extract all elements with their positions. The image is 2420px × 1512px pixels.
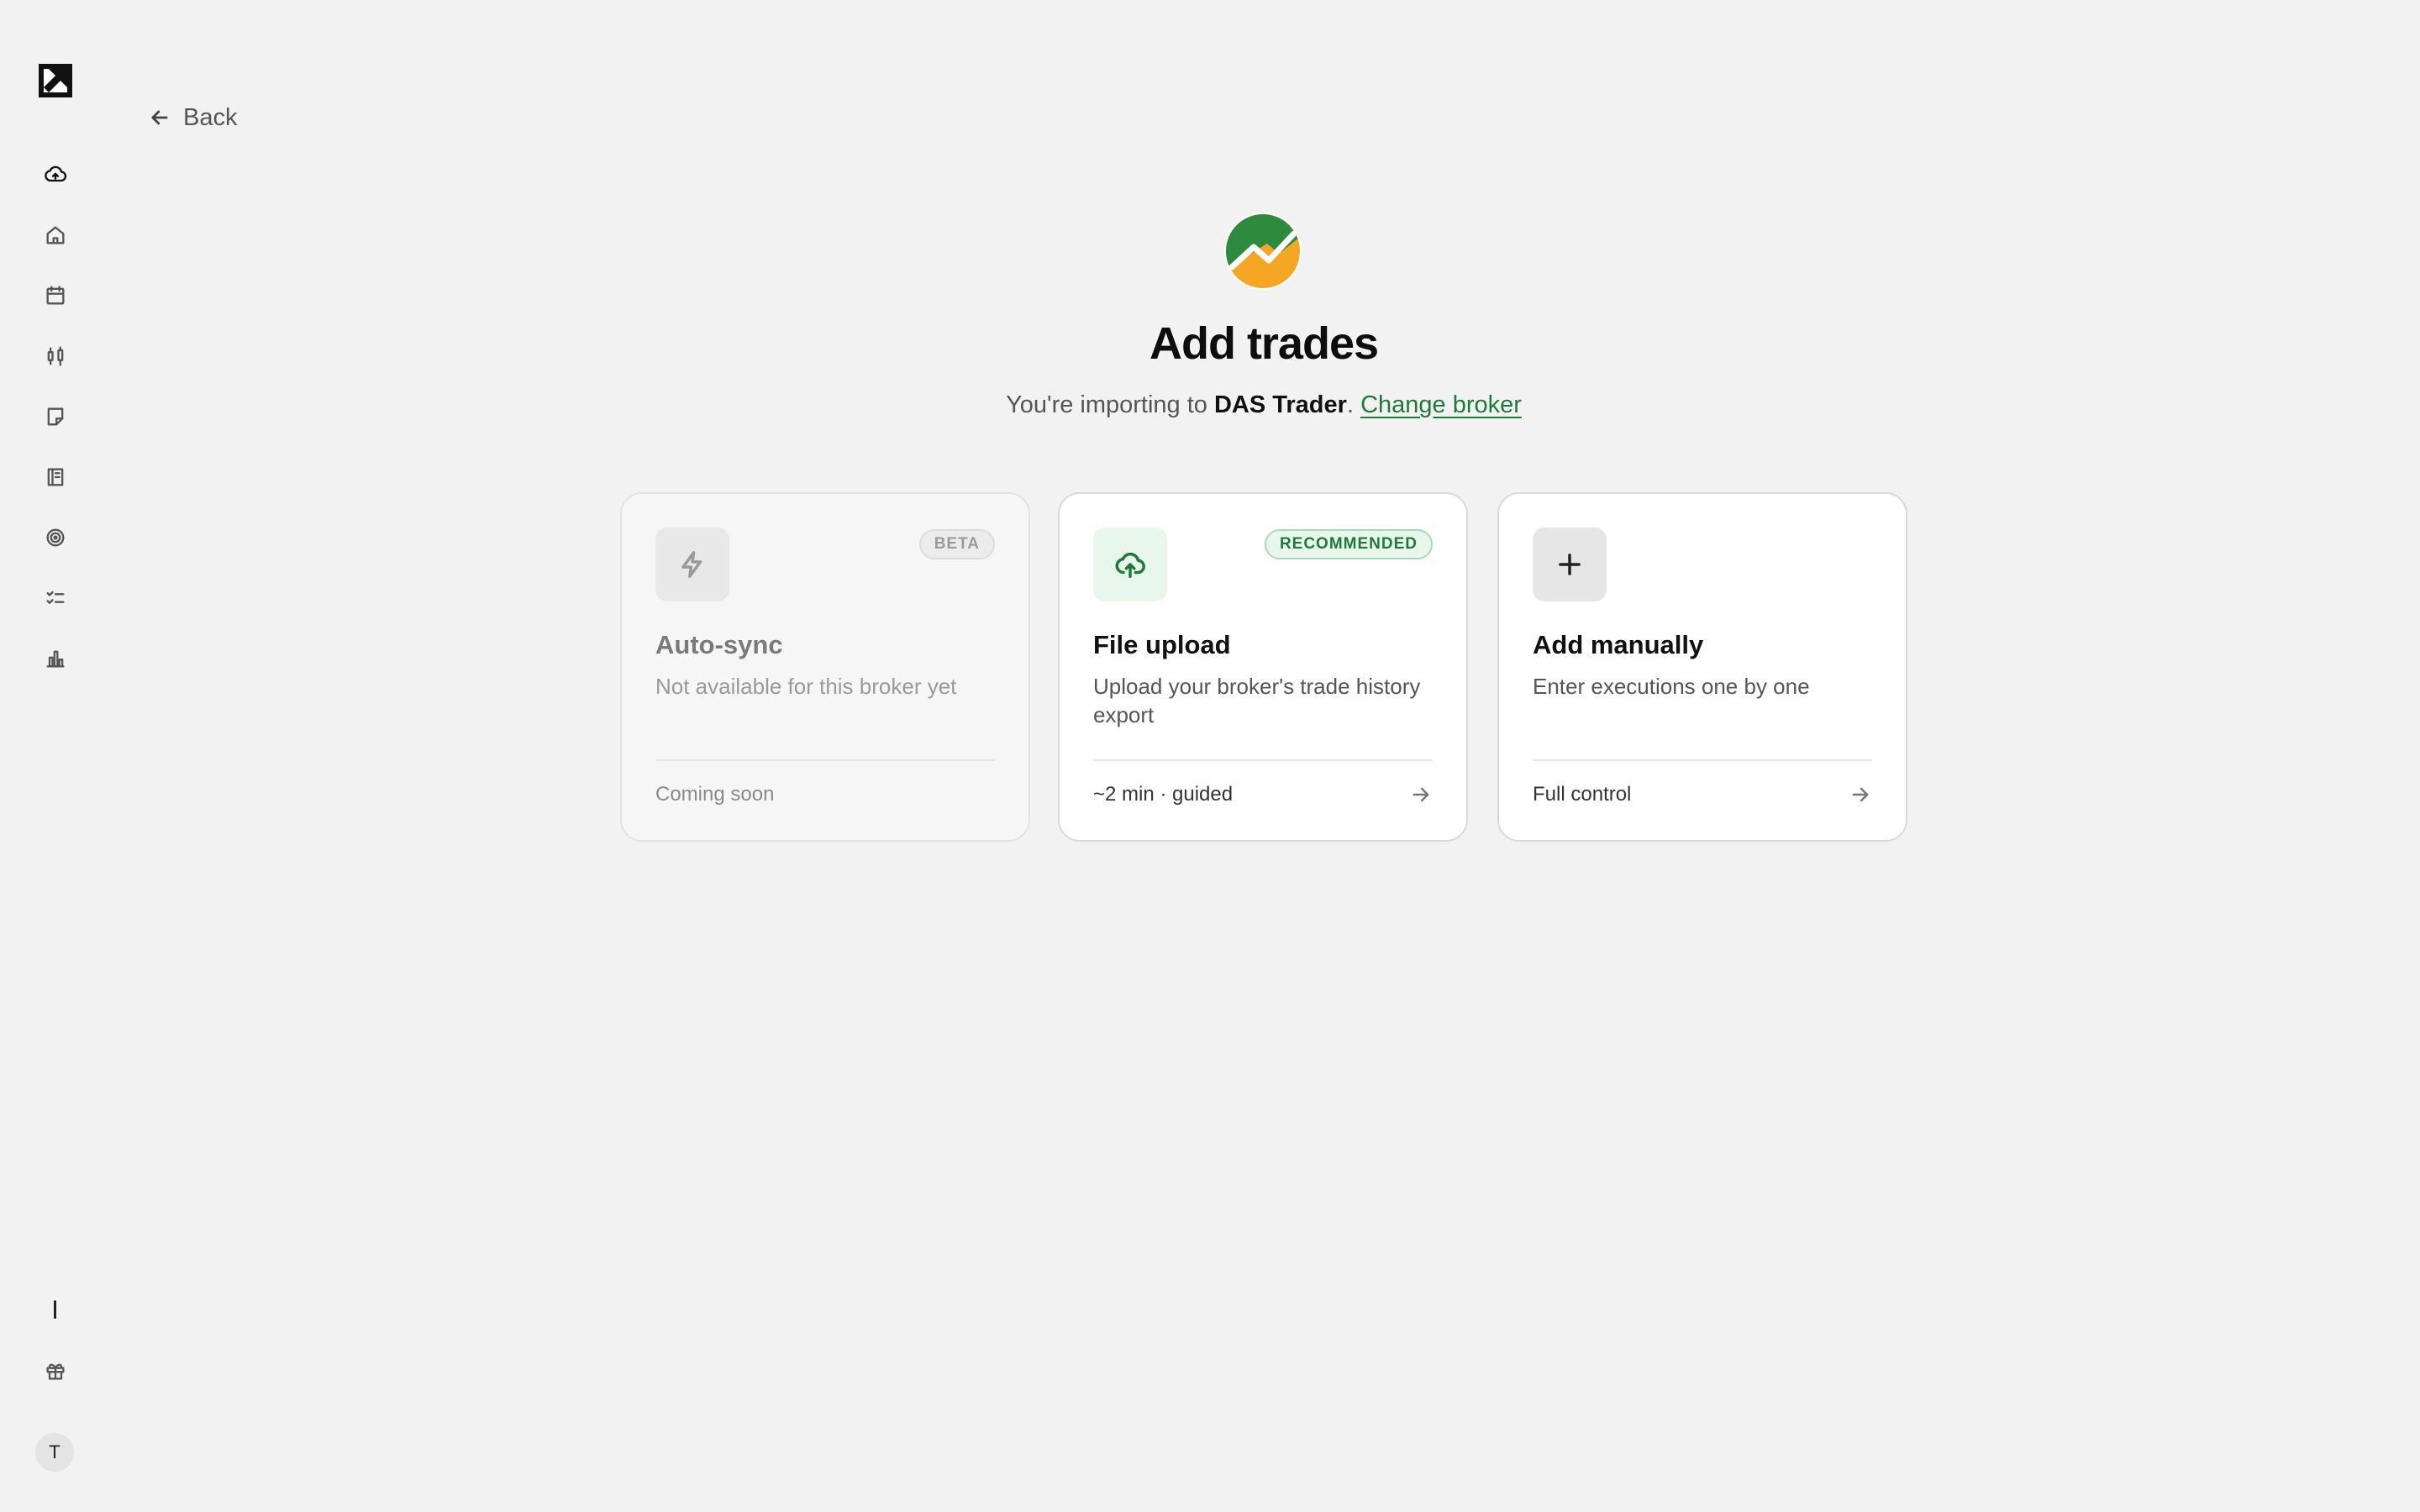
card-title: Auto-sync bbox=[655, 630, 783, 659]
sidebar: T bbox=[0, 0, 111, 1512]
home-icon bbox=[46, 226, 65, 244]
change-broker-link[interactable]: Change broker bbox=[1360, 391, 1522, 418]
arrow-right-icon bbox=[1409, 783, 1433, 806]
sidebar-item-checklist[interactable] bbox=[35, 578, 76, 618]
auto-sync-card: BETA Auto-sync Not available for this br… bbox=[620, 492, 1030, 842]
file-upload-card[interactable]: RECOMMENDED File upload Upload your brok… bbox=[1058, 492, 1468, 842]
checklist-icon bbox=[46, 591, 65, 604]
card-description: Upload your broker's trade history expor… bbox=[1093, 674, 1421, 727]
page-title: Add trades bbox=[1149, 318, 1379, 369]
sidebar-item-notebook[interactable] bbox=[35, 457, 76, 497]
sidebar-item-add-trades[interactable] bbox=[35, 155, 76, 195]
lightning-icon bbox=[681, 551, 702, 578]
card-title: Add manually bbox=[1533, 630, 1704, 659]
auto-sync-icon-box bbox=[655, 528, 729, 601]
card-description: Enter executions one by one bbox=[1533, 674, 1810, 699]
gift-icon bbox=[46, 1363, 65, 1380]
card-footer: ~2 min · guided bbox=[1093, 783, 1234, 806]
plus-icon bbox=[1559, 554, 1581, 575]
app-logo[interactable] bbox=[37, 62, 74, 99]
card-footer: Full control bbox=[1533, 783, 1632, 806]
back-label: Back bbox=[183, 103, 238, 131]
add-manually-card[interactable]: Add manually Enter executions one by one… bbox=[1497, 492, 1907, 842]
cloud-upload-icon bbox=[45, 165, 67, 182]
beta-badge: BETA bbox=[918, 529, 995, 559]
sidebar-item-goals[interactable] bbox=[35, 517, 76, 558]
card-footer: Coming soon bbox=[655, 783, 775, 806]
arrow-right-icon bbox=[1849, 783, 1872, 806]
add-manually-icon-box bbox=[1533, 528, 1607, 601]
card-divider bbox=[655, 759, 995, 761]
card-title: File upload bbox=[1093, 630, 1231, 659]
sidebar-item-home[interactable] bbox=[35, 215, 76, 255]
avatar[interactable]: T bbox=[35, 1433, 74, 1472]
arrow-left-icon bbox=[151, 110, 168, 125]
sidebar-item-calendar[interactable] bbox=[35, 276, 76, 316]
file-upload-icon-box bbox=[1093, 528, 1167, 601]
broker-logo bbox=[1223, 212, 1302, 291]
page-subtitle: You're importing to DAS Trader. Change b… bbox=[0, 391, 2420, 419]
card-divider bbox=[1093, 759, 1433, 761]
calendar-icon bbox=[46, 286, 65, 305]
sidebar-item-reports[interactable] bbox=[35, 638, 76, 679]
back-button[interactable]: Back bbox=[148, 99, 237, 136]
sidebar-divider bbox=[54, 1300, 56, 1319]
card-description: Not available for this broker yet bbox=[655, 674, 957, 699]
card-divider bbox=[1533, 759, 1872, 761]
recommended-badge: RECOMMENDED bbox=[1264, 529, 1433, 559]
broker-name: DAS Trader bbox=[1213, 391, 1347, 418]
bar-chart-icon bbox=[46, 650, 65, 668]
target-icon bbox=[46, 528, 65, 547]
subtitle-prefix: You're importing to bbox=[1006, 391, 1214, 418]
cloud-upload-icon bbox=[1115, 552, 1145, 578]
notebook-icon bbox=[47, 468, 64, 486]
subtitle-separator: . bbox=[1346, 391, 1361, 418]
sidebar-item-gift[interactable] bbox=[35, 1351, 76, 1391]
